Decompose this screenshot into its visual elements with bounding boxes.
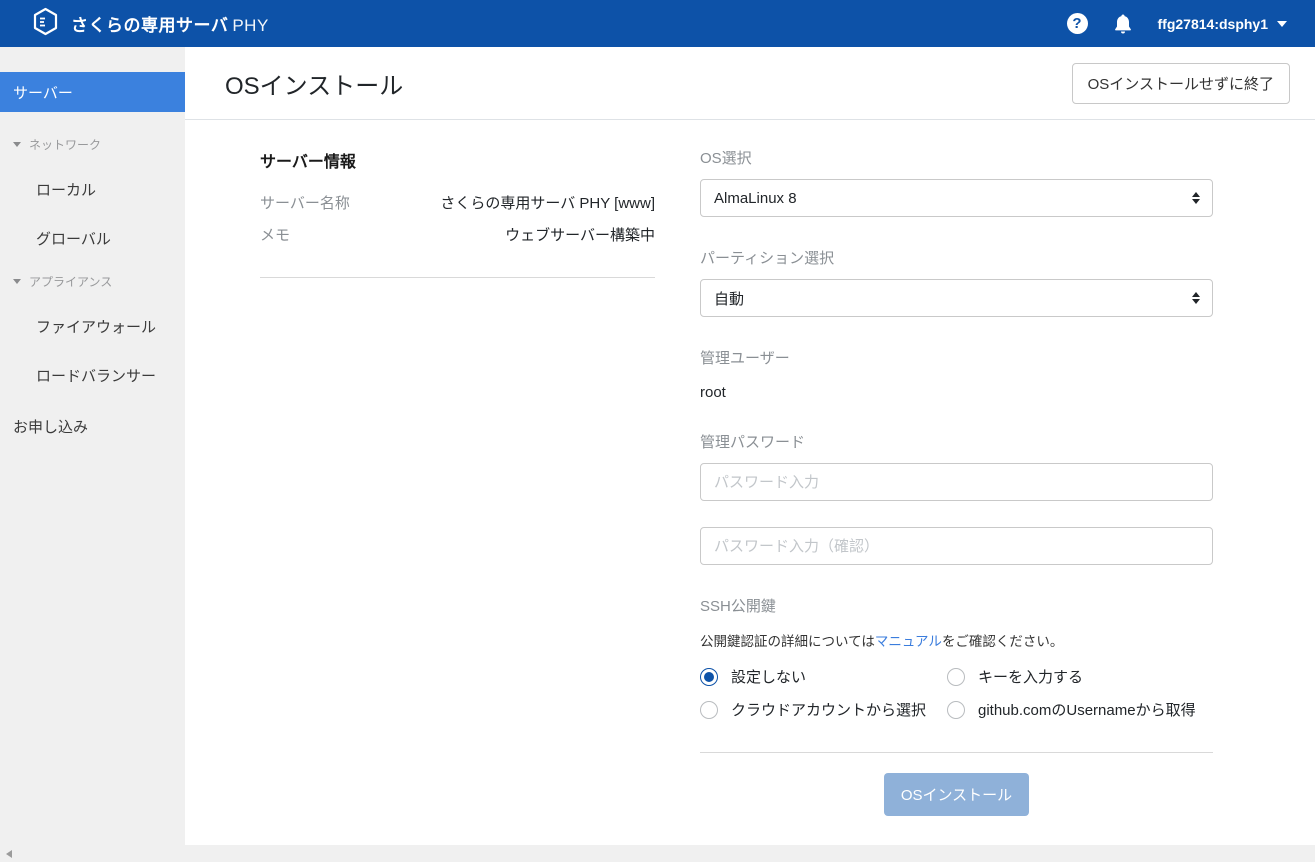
os-install-form: OS選択 AlmaLinux 8 パーティション選択 自動 管理ユーザー roo… <box>700 140 1213 816</box>
scroll-left-arrow-icon[interactable] <box>6 850 12 858</box>
sidebar-group-label: ネットワーク <box>29 136 101 153</box>
sidebar-group-appliance[interactable]: アプライアンス <box>13 273 185 290</box>
sidebar-item-server[interactable]: サーバー <box>0 72 185 112</box>
server-info-heading: サーバー情報 <box>260 148 655 172</box>
logo-icon <box>32 7 59 41</box>
radio-icon <box>947 668 965 686</box>
memo-label: メモ <box>260 224 290 245</box>
brand-title: さくらの専用サーバPHY <box>71 11 269 36</box>
ssh-key-options: 設定しない キーを入力する クラウドアカウントから選択 github.comのU… <box>700 666 1213 720</box>
chevron-down-icon <box>1277 21 1287 27</box>
radio-ssh-cloud-account[interactable]: クラウドアカウントから選択 <box>700 699 947 720</box>
radio-ssh-github[interactable]: github.comのUsernameから取得 <box>947 699 1213 720</box>
topbar: さくらの専用サーバPHY ? ffg27814:dsphy1 <box>0 0 1315 47</box>
sidebar-item-order[interactable]: お申し込み <box>13 416 185 437</box>
radio-label: クラウドアカウントから選択 <box>731 699 926 720</box>
admin-password-label: 管理パスワード <box>700 431 1213 452</box>
sidebar-group-label: アプライアンス <box>29 273 112 290</box>
radio-icon <box>947 701 965 719</box>
triangle-down-icon <box>13 142 21 147</box>
radio-icon <box>700 701 718 719</box>
server-name-value: さくらの専用サーバ PHY [www] <box>440 192 655 213</box>
manual-link[interactable]: マニュアル <box>875 634 942 649</box>
ssh-help-prefix: 公開鍵認証の詳細については <box>700 634 875 649</box>
brand[interactable]: さくらの専用サーバPHY <box>32 7 269 41</box>
select-spinner-icon <box>1192 292 1200 304</box>
password-input[interactable] <box>700 463 1213 501</box>
os-install-button[interactable]: OSインストール <box>884 773 1029 816</box>
radio-ssh-key-input[interactable]: キーを入力する <box>947 666 1213 687</box>
notification-bell-icon[interactable] <box>1114 14 1132 34</box>
os-select-label: OS選択 <box>700 147 1213 168</box>
sidebar-item-firewall[interactable]: ファイアウォール <box>36 316 185 337</box>
admin-user-label: 管理ユーザー <box>700 347 1213 368</box>
radio-label: github.comのUsernameから取得 <box>978 699 1196 720</box>
radio-label: 設定しない <box>731 666 806 687</box>
sidebar: サーバー ネットワーク ローカル グローバル アプライアンス ファイアウォール … <box>0 47 185 845</box>
memo-value: ウェブサーバー構築中 <box>505 224 655 245</box>
select-spinner-icon <box>1192 192 1200 204</box>
divider <box>260 277 655 278</box>
password-confirm-input[interactable] <box>700 527 1213 565</box>
memo-row: メモ ウェブサーバー構築中 <box>260 224 655 245</box>
main-content: OSインストール OSインストールせずに終了 サーバー情報 サーバー名称 さくら… <box>185 47 1315 845</box>
account-label: ffg27814:dsphy1 <box>1158 16 1268 32</box>
sidebar-item-global[interactable]: グローバル <box>36 228 185 249</box>
partition-select[interactable]: 自動 <box>700 279 1213 317</box>
admin-user-value: root <box>700 384 1213 401</box>
radio-label: キーを入力する <box>978 666 1083 687</box>
account-menu[interactable]: ffg27814:dsphy1 <box>1158 16 1287 32</box>
server-name-row: サーバー名称 さくらの専用サーバ PHY [www] <box>260 192 655 213</box>
triangle-down-icon <box>13 279 21 284</box>
page-title: OSインストール <box>225 66 403 101</box>
server-name-label: サーバー名称 <box>260 192 350 213</box>
page-header: OSインストール OSインストールせずに終了 <box>185 47 1315 120</box>
ssh-public-key-label: SSH公開鍵 <box>700 595 1213 616</box>
sidebar-group-network[interactable]: ネットワーク <box>13 136 185 153</box>
horizontal-scrollbar[interactable] <box>0 845 1315 862</box>
radio-ssh-none[interactable]: 設定しない <box>700 666 947 687</box>
submit-area: OSインストール <box>700 752 1213 816</box>
partition-select-label: パーティション選択 <box>700 247 1213 268</box>
sidebar-item-local[interactable]: ローカル <box>36 179 185 200</box>
partition-select-value: 自動 <box>714 288 744 309</box>
radio-icon <box>700 668 718 686</box>
sidebar-item-loadbalancer[interactable]: ロードバランサー <box>36 365 185 386</box>
help-icon[interactable]: ? <box>1067 13 1088 34</box>
server-info-panel: サーバー情報 サーバー名称 さくらの専用サーバ PHY [www] メモ ウェブ… <box>260 140 655 816</box>
ssh-help-text: 公開鍵認証の詳細についてはマニュアルをご確認ください。 <box>700 630 1213 650</box>
exit-without-install-button[interactable]: OSインストールせずに終了 <box>1072 63 1290 104</box>
os-select-value: AlmaLinux 8 <box>714 190 797 207</box>
ssh-help-suffix: をご確認ください。 <box>942 634 1064 649</box>
os-select[interactable]: AlmaLinux 8 <box>700 179 1213 217</box>
